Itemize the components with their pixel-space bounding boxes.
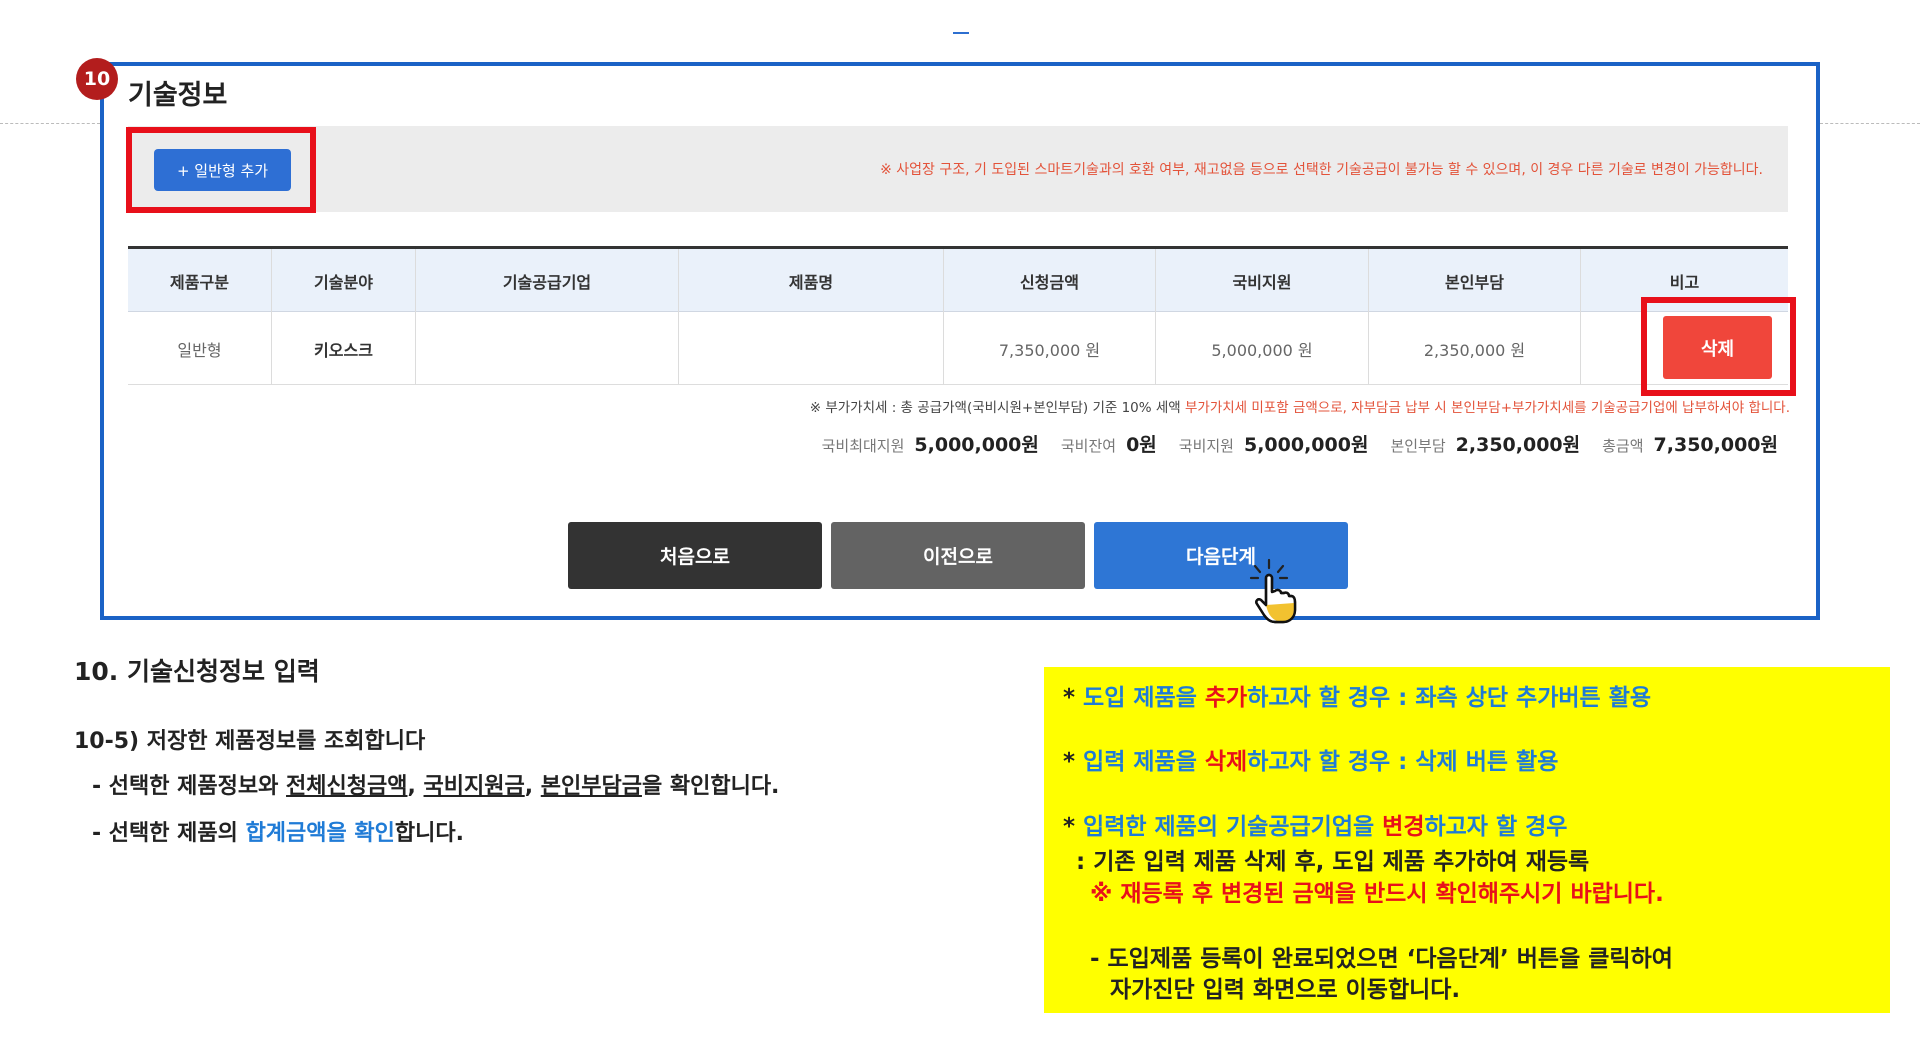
supply-notice: ※ 사업장 구조, 기 도입된 스마트기술과의 호환 여부, 재고없음 등으로 … [880, 162, 1763, 178]
tip-change-warning: ※ 재등록 후 변경된 금액을 반드시 확인해주시기 바랍니다. [1090, 881, 1664, 907]
tip-add-a: 도입 제품을 [1083, 685, 1205, 711]
tip-add-keyword: 추가 [1204, 685, 1248, 711]
tip-next-step-end: 으로 이동합니다. [1295, 977, 1461, 1003]
tip-next-step-cont: 자가진단 입력 화면으로 이동합니다. [1110, 970, 1460, 1004]
cell-product-name [679, 312, 944, 385]
tip-change-keyword: 변경 [1382, 814, 1425, 840]
tip-delete-keyword: 삭제 [1204, 749, 1248, 775]
tip-change-bullet: * [1063, 814, 1084, 840]
divider-left [0, 123, 100, 124]
tip-delete-b: 하고자 할 경우 : 삭제 버튼 활용 [1247, 749, 1559, 775]
previous-button[interactable]: 이전으로 [831, 522, 1085, 589]
explanation-line-2: - 선택한 제품의 합계금액을 확인합니다. [92, 815, 464, 847]
tip-change-a: 입력한 제품의 기술공급기업을 [1083, 814, 1383, 840]
top-accent-mark [953, 32, 969, 34]
total-self-value: 2,350,000원 [1455, 434, 1581, 456]
highlight-add-button [126, 127, 316, 213]
header-product-type: 제품구분 [128, 249, 272, 312]
line1-sep-1: , [407, 774, 424, 799]
tip-change: * 입력한 제품의 기술공급기업을 변경하고자 할 경우 [1063, 807, 1567, 841]
divider-right [1820, 123, 1920, 124]
tip-change-b: 하고자 할 경우 [1424, 814, 1568, 840]
line1-gov-support: 국비지원금 [423, 774, 525, 799]
line2-part-c: 합니다. [394, 821, 464, 846]
line1-total-amount: 전체신청금액 [286, 774, 408, 799]
header-apply-amount: 신청금액 [944, 249, 1156, 312]
tip-delete: * 입력 제품을 삭제하고자 할 경우 : 삭제 버튼 활용 [1063, 742, 1558, 776]
line1-self-pay: 본인부담금 [540, 774, 642, 799]
highlight-delete-button [1641, 297, 1796, 396]
total-max-value: 5,000,000원 [914, 434, 1039, 456]
cell-product-type: 일반형 [128, 312, 272, 385]
cell-tech-field: 키오스크 [272, 312, 416, 385]
total-remain-value: 0원 [1126, 434, 1157, 456]
hand-cursor-icon [1249, 558, 1297, 624]
explanation-title: 10. 기술신청정보 입력 [74, 657, 320, 686]
cell-self-pay: 2,350,000 원 [1369, 312, 1581, 385]
tip-next-step-highlight: 자가진단 입력 화면 [1110, 977, 1296, 1003]
cell-supplier [416, 312, 679, 385]
line2-highlight: 합계금액을 확인 [245, 821, 395, 846]
first-page-button[interactable]: 처음으로 [568, 522, 822, 589]
explanation-line-1: - 선택한 제품정보와 전체신청금액, 국비지원금, 본인부담금을 확인합니다. [92, 768, 779, 800]
tip-add: * 도입 제품을 추가하고자 할 경우 : 좌측 상단 추가버튼 활용 [1063, 678, 1651, 712]
total-remain-label: 국비잔여 [1060, 437, 1117, 455]
vat-notice: ※ 부가가치세 : 총 공급가액(국비시원+본인부담) 기준 10% 세액 부가… [600, 396, 1790, 416]
total-amount-value: 7,350,000원 [1653, 434, 1778, 456]
tip-next-step: - 도입제품 등록이 완료되었으면 ‘다음단계’ 버튼을 클릭하여 [1090, 946, 1673, 972]
header-self-pay: 본인부담 [1369, 249, 1581, 312]
line2-part-a: - 선택한 제품의 [92, 821, 246, 846]
header-gov-support: 국비지원 [1156, 249, 1369, 312]
tip-delete-bullet: * [1063, 749, 1084, 775]
tip-change-detail: : 기존 입력 제품 삭제 후, 도입 제품 추가하여 재등록 [1076, 849, 1590, 875]
vat-notice-warning: 부가가치세 미포함 금액으로, 자부담금 납부 시 본인부담+부가가치세를 기술… [1185, 400, 1790, 416]
total-max-label: 국비최대지원 [821, 437, 905, 455]
line1-part-g: 을 확인합니다. [641, 774, 780, 799]
tip-delete-a: 입력 제품을 [1083, 749, 1205, 775]
header-supplier: 기술공급기업 [416, 249, 679, 312]
header-tech-field: 기술분야 [272, 249, 416, 312]
tip-add-b: 하고자 할 경우 : 좌측 상단 추가버튼 활용 [1247, 685, 1652, 711]
total-gov-label: 국비지원 [1178, 437, 1234, 455]
totals-summary: 국비최대지원 5,000,000원 국비잔여 0원 국비지원 5,000,000… [760, 430, 1778, 457]
next-step-button[interactable]: 다음단계 [1094, 522, 1348, 589]
line1-part-a: - 선택한 제품정보와 [92, 774, 287, 799]
header-product-name: 제품명 [679, 249, 944, 312]
cell-apply-amount: 7,350,000 원 [944, 312, 1156, 385]
total-amount-label: 총금액 [1602, 437, 1644, 455]
step-badge: 10 [76, 58, 118, 100]
line1-sep-2: , [524, 774, 541, 799]
product-table: 제품구분 기술분야 기술공급기업 제품명 신청금액 국비지원 본인부담 비고 일… [128, 246, 1788, 385]
tip-add-bullet: * [1063, 685, 1084, 711]
total-self-label: 본인부담 [1390, 437, 1446, 455]
total-gov-value: 5,000,000원 [1243, 434, 1369, 456]
explanation-subtitle: 10-5) 저장한 제품정보를 조회합니다 [74, 729, 426, 754]
cell-gov-support: 5,000,000 원 [1156, 312, 1369, 385]
section-title: 기술정보 [128, 80, 228, 111]
vat-notice-main: ※ 부가가치세 : 총 공급가액(국비시원+본인부담) 기준 10% 세액 [809, 400, 1185, 416]
